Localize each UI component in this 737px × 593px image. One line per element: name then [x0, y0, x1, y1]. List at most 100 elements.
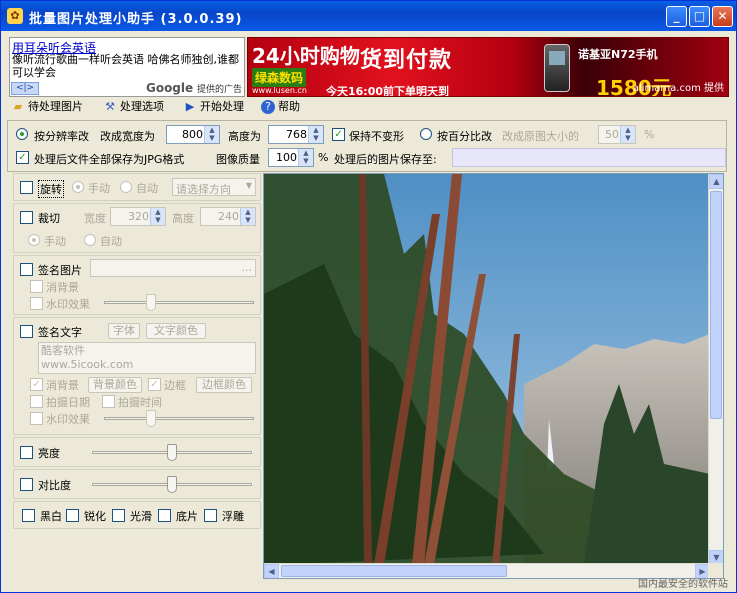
- tools-icon: ⚒: [105, 100, 115, 113]
- quality-value: 100: [276, 151, 297, 164]
- rotate-direction-select[interactable]: 请选择方向 ▼: [172, 178, 256, 196]
- crop-section: 裁切 宽度 320 ▲ ▼ 高度 240 ▲ ▼ 手动 自动: [13, 203, 261, 253]
- scroll-up-icon[interactable]: ▲: [709, 174, 723, 189]
- bg-color-button[interactable]: 背景颜色: [88, 377, 142, 393]
- contrast-slider[interactable]: [92, 474, 252, 496]
- shoot-date-checkbox[interactable]: [30, 395, 43, 408]
- font-button[interactable]: 字体: [108, 323, 140, 339]
- border-checkbox[interactable]: ✓: [148, 378, 161, 391]
- sign-image-watermark-checkbox[interactable]: [30, 297, 43, 310]
- percent-label: 改成原图大小的: [502, 130, 579, 143]
- rotate-label: 旋转: [38, 180, 64, 198]
- menu-start-processing[interactable]: ▶ 开始处理: [183, 99, 244, 115]
- crop-auto-radio[interactable]: [84, 234, 96, 246]
- spin-arrows-icon[interactable]: ▲ ▼: [298, 149, 313, 166]
- sign-text-section: 签名文字 字体 文字颜色 酷客软件 www.5icook.com ✓ 消背景 背…: [13, 317, 261, 435]
- filter-bw-checkbox[interactable]: [22, 509, 35, 522]
- shoot-time-checkbox[interactable]: [102, 395, 115, 408]
- sign-image-path-field[interactable]: ...: [90, 259, 256, 277]
- height-value: 768: [286, 128, 307, 141]
- filter-emboss-label: 浮雕: [222, 510, 244, 523]
- width-label: 改成宽度为: [100, 130, 155, 143]
- brightness-checkbox[interactable]: [20, 446, 33, 459]
- height-stepper[interactable]: 768 ▲ ▼: [268, 125, 324, 144]
- sign-text-checkbox[interactable]: [20, 325, 33, 338]
- spin-arrows-icon[interactable]: ▲ ▼: [204, 126, 219, 143]
- crop-height-stepper[interactable]: 240 ▲ ▼: [200, 207, 256, 226]
- rotate-manual-radio[interactable]: [72, 181, 84, 193]
- slider-thumb[interactable]: [167, 444, 177, 461]
- spin-arrows-icon[interactable]: ▲ ▼: [150, 208, 165, 225]
- keep-ratio-checkbox[interactable]: ✓: [332, 128, 345, 141]
- chevron-down-icon: ▼: [245, 181, 252, 190]
- filter-emboss-checkbox[interactable]: [204, 509, 217, 522]
- sign-image-watermark-label: 水印效果: [46, 298, 90, 311]
- spin-arrows-icon[interactable]: ▲ ▼: [620, 126, 635, 143]
- image-preview[interactable]: ▲ ▼ ◀ ▶: [263, 173, 724, 579]
- filter-negative-checkbox[interactable]: [158, 509, 171, 522]
- resize-by-resolution-radio[interactable]: [16, 128, 28, 140]
- filter-sharpen-checkbox[interactable]: [66, 509, 79, 522]
- width-stepper[interactable]: 800 ▲ ▼: [166, 125, 220, 144]
- spin-arrows-icon[interactable]: ▲ ▼: [308, 126, 323, 143]
- menu-pending-images[interactable]: ▰ 待处理图片: [11, 99, 83, 115]
- save-jpg-checkbox[interactable]: ✓: [16, 151, 29, 164]
- browse-button[interactable]: ...: [242, 261, 253, 274]
- menu-process-options[interactable]: ⚒ 处理选项: [103, 99, 164, 115]
- resize-by-resolution-label: 按分辨率改: [34, 130, 89, 143]
- crop-checkbox[interactable]: [20, 211, 33, 224]
- filter-sharpen-label: 锐化: [84, 510, 106, 523]
- text-color-button[interactable]: 文字颜色: [146, 323, 206, 339]
- slider-track: [104, 417, 254, 420]
- maximize-button[interactable]: □: [689, 6, 710, 27]
- text-ad-body[interactable]: 像听流行歌曲一样听会英语 哈佛名师独创,谁都可以学会: [12, 53, 244, 79]
- quality-unit: %: [318, 151, 329, 164]
- menu-help[interactable]: ? 帮助: [261, 99, 300, 115]
- spin-arrows-icon[interactable]: ▲ ▼: [240, 208, 255, 225]
- scroll-left-icon[interactable]: ◀: [264, 564, 279, 578]
- quality-label: 图像质量: [216, 153, 260, 166]
- vertical-scrollbar[interactable]: ▲ ▼: [708, 174, 723, 565]
- rotate-manual-label: 手动: [88, 182, 110, 195]
- minimize-button[interactable]: _: [666, 6, 687, 27]
- sign-text-remove-bg-checkbox[interactable]: ✓: [30, 378, 43, 391]
- keep-ratio-label: 保持不变形: [349, 130, 404, 143]
- brightness-label: 亮度: [38, 447, 60, 460]
- slider-thumb[interactable]: [167, 476, 177, 493]
- banner-brand: 绿森数码: [252, 68, 307, 87]
- title-bar[interactable]: ✿ 批量图片处理小助手 (3.0.0.39) _ □ ✕: [1, 1, 736, 31]
- rotate-checkbox[interactable]: [20, 181, 33, 194]
- sign-image-watermark-slider[interactable]: [104, 292, 254, 314]
- crop-width-stepper[interactable]: 320 ▲ ▼: [110, 207, 166, 226]
- filter-smooth-checkbox[interactable]: [112, 509, 125, 522]
- slider-thumb[interactable]: [146, 294, 156, 311]
- sign-image-checkbox[interactable]: [20, 263, 33, 276]
- crop-manual-radio[interactable]: [28, 234, 40, 246]
- resize-by-percent-radio[interactable]: [420, 128, 432, 140]
- rotate-auto-radio[interactable]: [120, 181, 132, 193]
- sign-text-label: 签名文字: [38, 326, 82, 339]
- ad-nav-arrows[interactable]: <|>: [11, 82, 39, 95]
- sign-image-remove-bg-checkbox[interactable]: [30, 280, 43, 293]
- sign-text-watermark-slider[interactable]: [104, 408, 254, 430]
- percent-stepper[interactable]: 50 ▲ ▼: [598, 125, 636, 144]
- sign-image-remove-bg-label: 消背景: [46, 281, 79, 294]
- filter-bw-label: 黑白: [40, 510, 62, 523]
- text-ad[interactable]: 用耳朵听会英语 像听流行歌曲一样听会英语 哈佛名师独创,谁都可以学会 <|> G…: [9, 37, 245, 97]
- slider-thumb[interactable]: [146, 410, 156, 427]
- border-color-button[interactable]: 边框颜色: [196, 377, 252, 393]
- sign-text-area[interactable]: 酷客软件 www.5icook.com: [38, 342, 256, 374]
- save-to-field[interactable]: [452, 148, 726, 167]
- banner-ad[interactable]: 24小时购物 货到付款 绿森数码 www.lusen.cn 今天16:00前下单…: [247, 37, 729, 97]
- preview-photo: [264, 174, 710, 565]
- sign-text-watermark-checkbox[interactable]: [30, 412, 43, 425]
- brightness-section: 亮度: [13, 437, 261, 467]
- horizontal-scroll-thumb[interactable]: [281, 565, 507, 577]
- vertical-scroll-thumb[interactable]: [710, 191, 722, 419]
- contrast-section: 对比度: [13, 469, 261, 499]
- contrast-checkbox[interactable]: [20, 478, 33, 491]
- close-button[interactable]: ✕: [712, 6, 733, 27]
- brightness-slider[interactable]: [92, 442, 252, 464]
- quality-stepper[interactable]: 100 ▲ ▼: [268, 148, 314, 167]
- banner-provider: alimama.com 提供: [632, 83, 724, 94]
